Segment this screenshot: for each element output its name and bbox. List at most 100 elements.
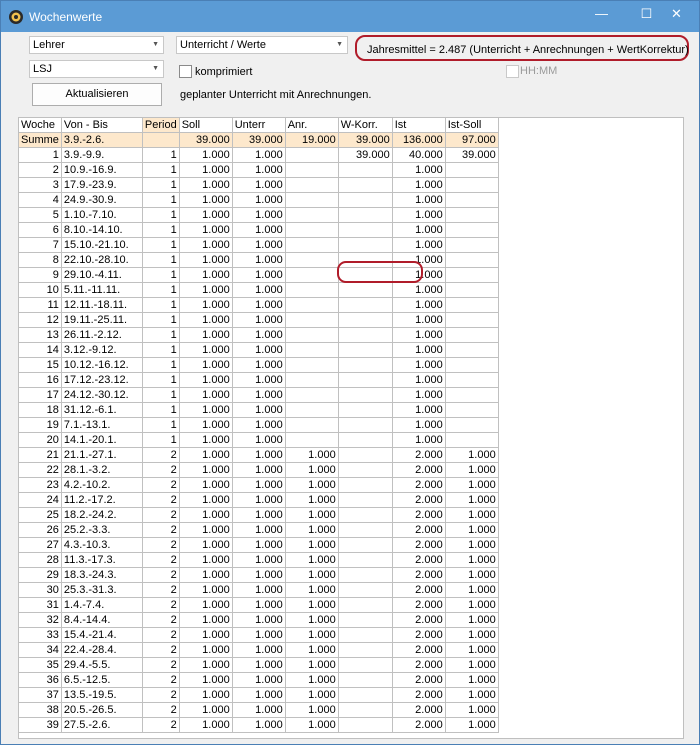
table-cell[interactable]: 2.000 (392, 582, 446, 598)
table-cell[interactable]: 26 (19, 522, 62, 538)
table-cell[interactable]: 13.5.-19.5. (61, 687, 143, 703)
table-cell[interactable] (285, 357, 339, 373)
table-cell[interactable]: 19.000 (285, 132, 339, 148)
table-cell[interactable]: 1.000 (179, 372, 233, 388)
table-cell[interactable]: 1.000 (285, 642, 339, 658)
table-cell[interactable]: 15.4.-21.4. (61, 627, 143, 643)
table-cell[interactable]: 19 (19, 417, 62, 433)
table-cell[interactable] (338, 507, 393, 523)
table-cell[interactable]: 1.000 (445, 717, 499, 733)
table-cell[interactable]: 1.000 (445, 657, 499, 673)
table-cell[interactable]: 1.000 (179, 297, 233, 313)
table-cell[interactable]: 12.11.-18.11. (61, 297, 143, 313)
compressed-checkbox[interactable] (179, 65, 192, 78)
table-cell[interactable]: 27 (19, 537, 62, 553)
table-cell[interactable]: 1 (142, 282, 180, 298)
table-cell[interactable]: 1.000 (232, 657, 286, 673)
column-header[interactable]: Soll (179, 118, 233, 133)
table-cell[interactable]: 1.000 (445, 462, 499, 478)
table-cell[interactable] (338, 207, 393, 223)
table-cell[interactable]: 4.3.-10.3. (61, 537, 143, 553)
table-cell[interactable] (445, 252, 499, 268)
table-cell[interactable]: 1.000 (285, 717, 339, 733)
table-cell[interactable]: 11.2.-17.2. (61, 492, 143, 508)
table-cell[interactable]: 1 (142, 297, 180, 313)
table-cell[interactable]: 35 (19, 657, 62, 673)
table-cell[interactable] (338, 402, 393, 418)
table-cell[interactable]: 1.000 (179, 402, 233, 418)
table-cell[interactable]: 21.1.-27.1. (61, 447, 143, 463)
table-cell[interactable]: 2 (142, 657, 180, 673)
table-cell[interactable]: 3 (19, 177, 62, 193)
table-cell[interactable] (338, 282, 393, 298)
table-cell[interactable]: 1.4.-7.4. (61, 597, 143, 613)
table-cell[interactable]: 25 (19, 507, 62, 523)
table-cell[interactable] (338, 642, 393, 658)
table-cell[interactable]: 14 (19, 342, 62, 358)
table-cell[interactable]: Summe (19, 132, 62, 148)
period-combobox[interactable]: LSJ ▼ (29, 60, 164, 78)
table-cell[interactable]: 17.9.-23.9. (61, 177, 143, 193)
table-cell[interactable]: 17 (19, 387, 62, 403)
table-cell[interactable]: 37 (19, 687, 62, 703)
table-cell[interactable] (338, 477, 393, 493)
table-cell[interactable] (338, 297, 393, 313)
table-cell[interactable]: 8.4.-14.4. (61, 612, 143, 628)
table-cell[interactable]: 33 (19, 627, 62, 643)
table-cell[interactable]: 1.000 (392, 192, 446, 208)
table-cell[interactable]: 1 (142, 342, 180, 358)
table-cell[interactable]: 1.000 (179, 432, 233, 448)
table-cell[interactable]: 1.000 (285, 507, 339, 523)
table-cell[interactable]: 1.000 (179, 642, 233, 658)
table-cell[interactable] (338, 492, 393, 508)
table-cell[interactable] (285, 342, 339, 358)
table-cell[interactable]: 1.000 (232, 672, 286, 688)
table-cell[interactable]: 1.000 (179, 567, 233, 583)
table-cell[interactable]: 1.000 (445, 672, 499, 688)
table-cell[interactable]: 1 (142, 312, 180, 328)
table-cell[interactable] (445, 312, 499, 328)
column-header[interactable]: Unterr (232, 118, 286, 133)
table-cell[interactable] (338, 612, 393, 628)
table-cell[interactable]: 1.000 (179, 507, 233, 523)
table-cell[interactable] (285, 312, 339, 328)
table-cell[interactable]: 1.000 (232, 702, 286, 718)
table-cell[interactable]: 2 (142, 492, 180, 508)
table-cell[interactable]: 1.000 (179, 162, 233, 178)
table-cell[interactable] (285, 177, 339, 193)
table-cell[interactable]: 2.000 (392, 657, 446, 673)
table-cell[interactable]: 1.000 (445, 447, 499, 463)
minimize-button[interactable]: — (579, 1, 624, 26)
table-cell[interactable]: 1.000 (179, 702, 233, 718)
table-cell[interactable] (285, 282, 339, 298)
table-cell[interactable]: 15.10.-21.10. (61, 237, 143, 253)
column-header[interactable]: Ist (392, 118, 446, 133)
table-cell[interactable] (338, 372, 393, 388)
table-cell[interactable]: 27.5.-2.6. (61, 717, 143, 733)
table-cell[interactable]: 1 (142, 402, 180, 418)
table-cell[interactable]: 2.000 (392, 702, 446, 718)
table-cell[interactable]: 1.000 (179, 612, 233, 628)
table-cell[interactable]: 1.000 (392, 417, 446, 433)
table-cell[interactable]: 1.000 (179, 657, 233, 673)
table-cell[interactable]: 1.000 (445, 702, 499, 718)
table-cell[interactable]: 2.000 (392, 462, 446, 478)
table-cell[interactable] (285, 207, 339, 223)
table-cell[interactable] (338, 387, 393, 403)
table-cell[interactable]: 1.000 (445, 612, 499, 628)
table-cell[interactable] (338, 597, 393, 613)
table-cell[interactable]: 39.000 (338, 132, 393, 148)
table-cell[interactable]: 5.11.-11.11. (61, 282, 143, 298)
table-cell[interactable]: 1.000 (179, 147, 233, 163)
table-cell[interactable] (445, 267, 499, 283)
table-cell[interactable]: 2 (142, 462, 180, 478)
table-cell[interactable]: 1.000 (392, 357, 446, 373)
table-cell[interactable]: 2.000 (392, 627, 446, 643)
person-type-combobox[interactable]: Lehrer ▼ (29, 36, 164, 54)
table-cell[interactable]: 136.000 (392, 132, 446, 148)
table-cell[interactable] (445, 417, 499, 433)
table-cell[interactable]: 1.000 (392, 342, 446, 358)
table-cell[interactable]: 6 (19, 222, 62, 238)
table-cell[interactable]: 13 (19, 327, 62, 343)
table-cell[interactable] (445, 402, 499, 418)
